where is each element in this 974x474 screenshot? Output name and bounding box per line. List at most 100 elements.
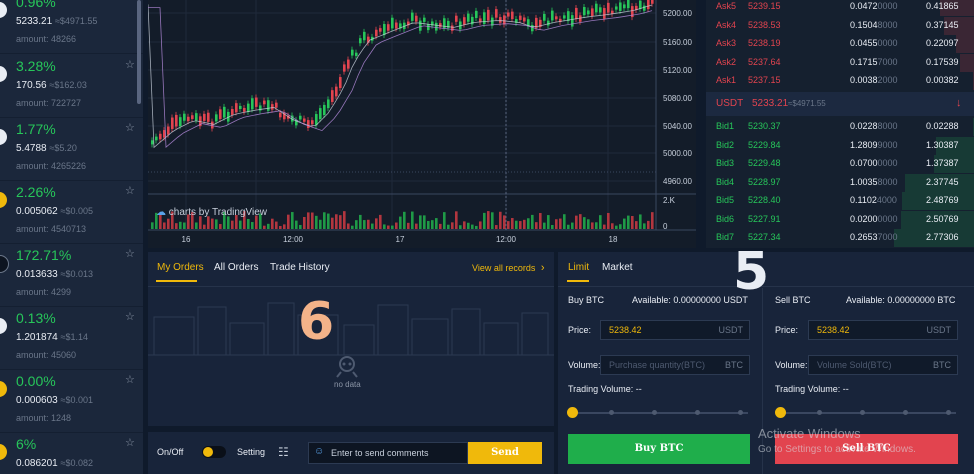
candle-body: [451, 25, 454, 31]
slider-tick[interactable]: [695, 410, 700, 415]
bid-level: Bid5: [716, 195, 735, 205]
tab-market[interactable]: Market: [602, 262, 633, 273]
favorite-star-icon[interactable]: ☆: [125, 247, 135, 260]
bid-row[interactable]: Bid3 5229.48 0.07000000 1.37387: [706, 155, 974, 173]
bid-row[interactable]: Bid1 5230.37 0.02288000 0.02288: [706, 118, 974, 136]
cloud-icon: ☁: [156, 207, 166, 218]
sell-volume-input[interactable]: Volume Sold(BTC) BTC: [808, 355, 958, 375]
bid-row[interactable]: Bid2 5229.84 1.28099000 1.30387: [706, 136, 974, 155]
ask-total: 0.22097: [926, 38, 959, 48]
price-tick-label: 5080.00: [663, 94, 692, 103]
buy-slider-knob[interactable]: [567, 407, 578, 418]
price-chart[interactable]: 5200.00 5160.00 5120.00 5080.00 5040.00 5000.…: [148, 0, 696, 248]
slider-tick[interactable]: [860, 410, 865, 415]
sell-slider-knob[interactable]: [775, 407, 786, 418]
market-item[interactable]: 6% 0.086201 ≈$0.082 ☆: [0, 432, 143, 474]
ask-row[interactable]: Ask4 5238.53 0.15048000 0.37145: [706, 16, 974, 35]
slider-tick[interactable]: [609, 410, 614, 415]
volume-bar: [263, 225, 266, 229]
candle-body: [303, 118, 306, 122]
qty-tail: 2000: [877, 75, 898, 85]
volume-bar: [407, 222, 410, 229]
volume-bar: [471, 224, 474, 229]
tab-trade-history[interactable]: Trade History: [270, 262, 330, 273]
candle-body: [203, 113, 206, 121]
buy-amount-slider[interactable]: [572, 412, 748, 414]
candle-body: [571, 15, 574, 27]
market-price: 170.56 ≈$162.03: [16, 80, 87, 91]
candle-body: [331, 90, 334, 102]
candle-body: [467, 13, 470, 22]
ask-row[interactable]: Ask3 5238.19 0.04550000 0.22097: [706, 35, 974, 53]
activate-windows-title: Activate Windows: [758, 426, 861, 441]
tradingview-watermark: ☁ charts by TradingView: [156, 207, 267, 218]
favorite-star-icon[interactable]: ☆: [125, 58, 135, 71]
ask-row[interactable]: Ask2 5237.64 0.17157000 0.17539: [706, 53, 974, 72]
ask-price: 5238.19: [748, 38, 781, 48]
favorite-star-icon[interactable]: ☆: [125, 373, 135, 386]
bid-total: 2.48769: [926, 195, 959, 205]
market-item[interactable]: 0.96% 5233.21 ≈$4971.55 amount: 48266: [0, 0, 143, 54]
candle-body: [643, 5, 646, 11]
depth-bar: [956, 35, 974, 53]
ask-row[interactable]: Ask5 5239.15 0.04720000 0.41865: [706, 0, 974, 16]
slider-tick[interactable]: [903, 410, 908, 415]
bid-row[interactable]: Bid5 5228.40 0.11024000 2.48769: [706, 192, 974, 210]
slider-tick[interactable]: [738, 410, 743, 415]
candle-body: [651, 0, 654, 4]
settings-list-icon[interactable]: ☷: [278, 445, 289, 459]
price-tick-label: 4960.00: [663, 177, 692, 186]
favorite-star-icon[interactable]: ☆: [125, 184, 135, 197]
bid-price: 5229.48: [748, 158, 781, 168]
qty-tail: 8000: [877, 176, 898, 187]
send-button[interactable]: Send: [468, 442, 542, 464]
volume-bar: [319, 219, 322, 229]
slider-tick[interactable]: [946, 410, 951, 415]
onoff-toggle[interactable]: [202, 446, 226, 458]
bid-row[interactable]: Bid4 5228.97 1.00358000 2.37745: [706, 173, 974, 192]
market-change: 1.77%: [16, 121, 56, 137]
tab-my-orders[interactable]: My Orders: [157, 262, 204, 273]
candle-body: [523, 17, 526, 22]
candle-body: [379, 28, 382, 32]
bid-level: Bid2: [716, 139, 735, 150]
qty-tail: 9000: [877, 139, 898, 150]
ask-row[interactable]: Ask1 5237.15 0.00382000 0.00382: [706, 72, 974, 90]
market-item[interactable]: 2.26% 0.005062 ≈$0.005 amount: 4540713 ☆: [0, 180, 143, 244]
candle-body: [387, 24, 390, 31]
candle-body: [275, 102, 278, 108]
volume-bar: [455, 211, 458, 229]
buy-btc-button[interactable]: Buy BTC: [568, 434, 750, 464]
view-all-records-link[interactable]: View all records ›: [472, 262, 545, 274]
scrollbar[interactable]: [137, 0, 141, 104]
tab-all-orders[interactable]: All Orders: [214, 262, 258, 273]
market-item[interactable]: 172.71% 0.013633 ≈$0.013 amount: 4299 ☆: [0, 243, 143, 307]
favorite-star-icon[interactable]: ☆: [125, 310, 135, 323]
market-item[interactable]: 3.28% 170.56 ≈$162.03 amount: 722727 ☆: [0, 54, 143, 118]
buy-volume-input[interactable]: Purchase quantity(BTC) BTC: [600, 355, 750, 375]
candle-body: [483, 12, 486, 24]
volume-bar: [431, 220, 434, 229]
comment-input[interactable]: ☺ Enter to send comments: [308, 442, 468, 464]
buy-price-input[interactable]: 5238.42 USDT: [600, 320, 750, 340]
market-item[interactable]: 0.00% 0.000603 ≈$0.001 amount: 1248 ☆: [0, 369, 143, 433]
setting-label[interactable]: Setting: [237, 447, 265, 457]
market-item[interactable]: 1.77% 5.4788 ≈$5.20 amount: 4265226 ☆: [0, 117, 143, 181]
sell-amount-slider[interactable]: [780, 412, 956, 414]
volume-bar: [475, 225, 478, 229]
ask-qty: 0.04550000: [850, 38, 898, 48]
volume-bar: [383, 224, 386, 229]
favorite-star-icon[interactable]: ☆: [125, 436, 135, 449]
favorite-star-icon[interactable]: ☆: [125, 121, 135, 134]
slider-tick[interactable]: [652, 410, 657, 415]
market-change: 2.26%: [16, 184, 56, 200]
bid-row[interactable]: Bid6 5227.91 0.02000000 2.50769: [706, 210, 974, 229]
market-item[interactable]: 0.13% 1.201874 ≈$1.14 amount: 45060 ☆: [0, 306, 143, 370]
ask-level: Ask1: [716, 75, 737, 85]
slider-tick[interactable]: [817, 410, 822, 415]
tab-limit[interactable]: Limit: [568, 262, 589, 273]
candle-body: [623, 4, 626, 9]
candle-body: [639, 0, 642, 9]
ask-qty: 0.17157000: [850, 57, 898, 67]
sell-price-input[interactable]: 5238.42 USDT: [808, 320, 958, 340]
